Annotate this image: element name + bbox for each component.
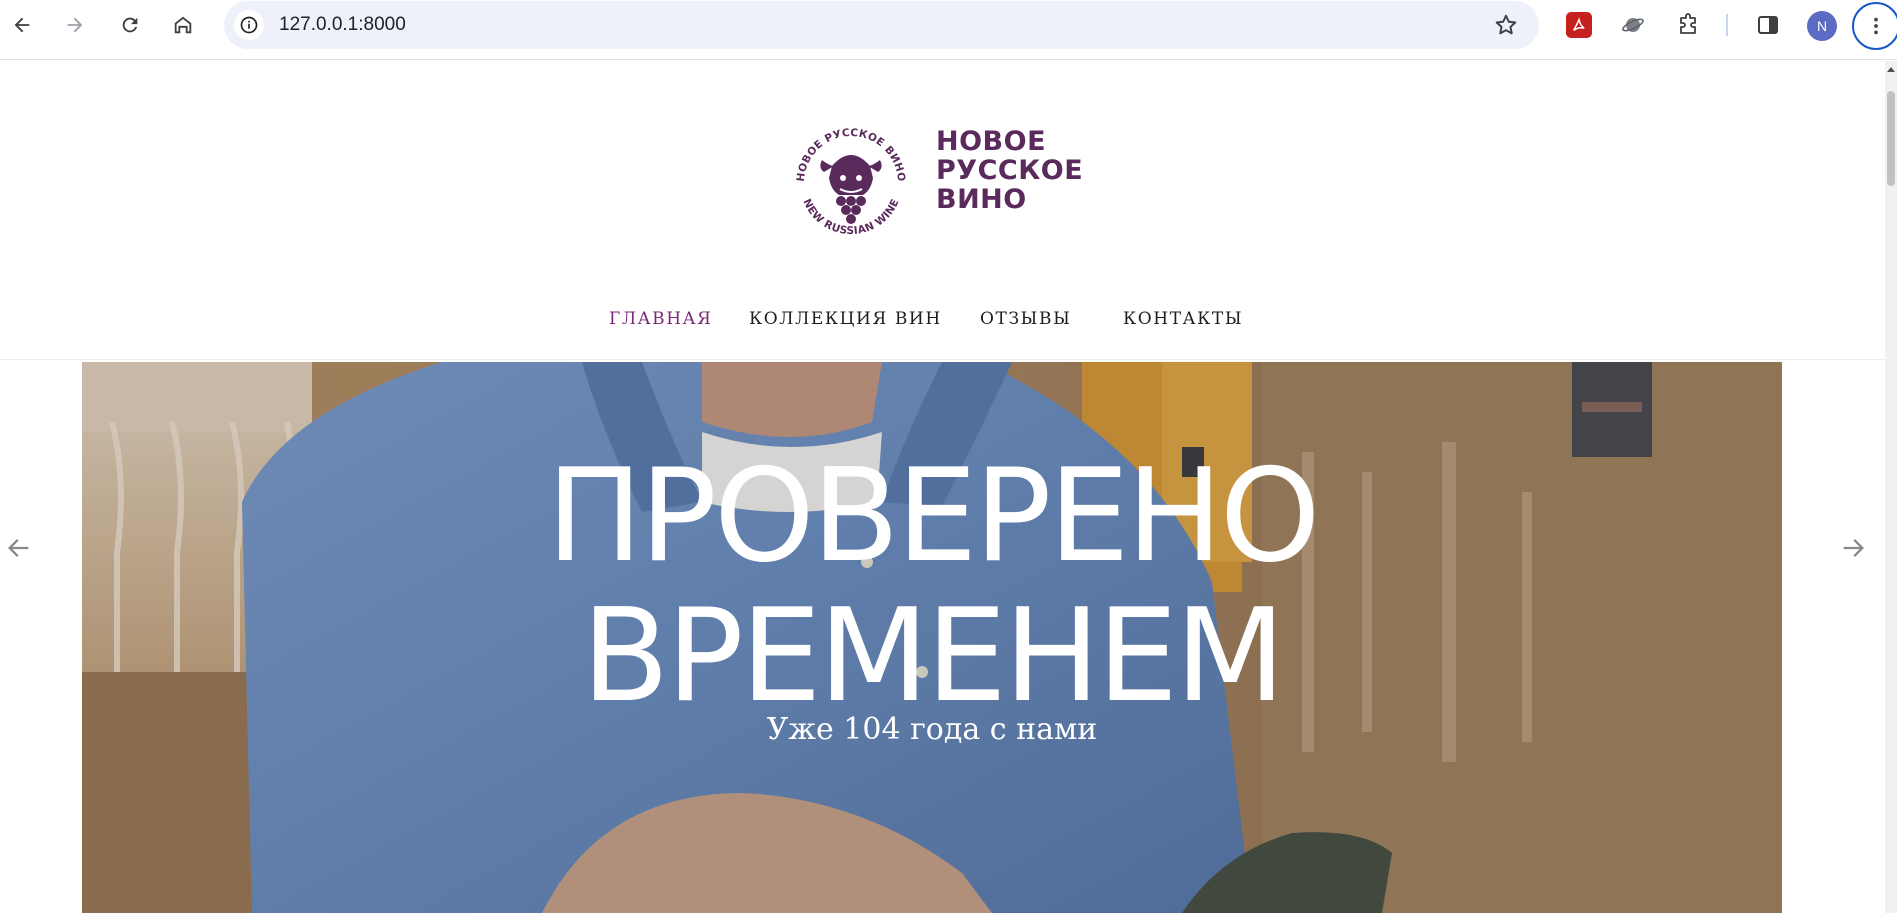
logo-line-1: НОВОЕ xyxy=(936,126,1047,157)
arrow-left-icon xyxy=(8,539,29,557)
profile-avatar[interactable]: N xyxy=(1807,11,1837,41)
scroll-up-arrow-icon[interactable] xyxy=(1887,67,1895,72)
logo-wordmark: НОВОЕ РУССКОЕ ВИНО xyxy=(936,127,1083,214)
extensions-button[interactable] xyxy=(1675,12,1701,38)
pdf-extension-icon xyxy=(1573,17,1585,31)
logo-line-3: ВИНО xyxy=(936,184,1027,215)
site-info-icon xyxy=(240,16,258,34)
nav-link-wine-collection[interactable]: КОЛЛЕКЦИЯ ВИН xyxy=(749,309,942,329)
planet-extension-button[interactable] xyxy=(1620,12,1646,38)
kebab-menu-icon xyxy=(1874,17,1878,35)
browser-menu-button[interactable] xyxy=(1852,2,1897,50)
header-divider xyxy=(0,359,1885,360)
forward-button[interactable] xyxy=(58,8,92,42)
scrollbar-thumb[interactable] xyxy=(1887,91,1895,186)
reload-button[interactable] xyxy=(113,8,147,42)
page-scrollbar[interactable] xyxy=(1885,61,1897,913)
address-bar[interactable]: 127.0.0.1:8000 xyxy=(224,1,1539,49)
hero-title-line-1: ПРОВЕРЕНО xyxy=(546,442,1321,591)
side-panel-button[interactable] xyxy=(1755,12,1781,38)
puzzle-extensions-icon xyxy=(1680,13,1696,34)
back-button[interactable] xyxy=(5,8,39,42)
planet-extension-icon xyxy=(1622,18,1644,32)
nav-link-reviews[interactable]: ОТЗЫВЫ xyxy=(980,309,1071,329)
home-button[interactable] xyxy=(166,8,200,42)
reload-icon xyxy=(122,17,138,33)
slider-next-button[interactable] xyxy=(1836,531,1870,565)
toolbar-separator xyxy=(1726,14,1728,36)
hero-title-line-2: ВРЕМЕНЕМ xyxy=(581,582,1286,731)
home-icon xyxy=(174,16,192,34)
site-logo[interactable]: НОВОЕ РУССКОЕ ВИНО NEW RUSSIAN WINE НОВО… xyxy=(784,116,1094,251)
back-icon xyxy=(14,17,30,33)
nav-link-contacts[interactable]: КОНТАКТЫ xyxy=(1123,309,1243,329)
bookmark-star-icon[interactable] xyxy=(1493,12,1519,38)
side-panel-icon xyxy=(1758,16,1778,34)
site-info-button[interactable] xyxy=(234,10,264,40)
main-navigation: ГЛАВНАЯ КОЛЛЕКЦИЯ ВИН ОТЗЫВЫ КОНТАКТЫ xyxy=(0,309,1885,339)
slider-prev-button[interactable] xyxy=(2,531,36,565)
logo-line-2: РУССКОЕ xyxy=(936,155,1084,186)
logo-emblem-icon: НОВОЕ РУССКОЕ ВИНО NEW RUSSIAN WINE xyxy=(795,127,907,237)
url-text[interactable]: 127.0.0.1:8000 xyxy=(279,14,406,36)
pdf-extension-button[interactable] xyxy=(1566,12,1592,38)
arrow-right-icon xyxy=(1843,539,1864,557)
web-page: НОВОЕ РУССКОЕ ВИНО NEW RUSSIAN WINE НОВО… xyxy=(0,61,1885,913)
browser-toolbar: 127.0.0.1:8000 N xyxy=(0,0,1897,60)
hero-slider: ПРОВЕРЕНО ВРЕМЕНЕМ Уже 104 года с нами xyxy=(82,362,1782,913)
hero-subtitle: Уже 104 года с нами xyxy=(766,712,1098,747)
nav-link-home[interactable]: ГЛАВНАЯ xyxy=(609,309,712,329)
forward-icon xyxy=(67,17,83,33)
